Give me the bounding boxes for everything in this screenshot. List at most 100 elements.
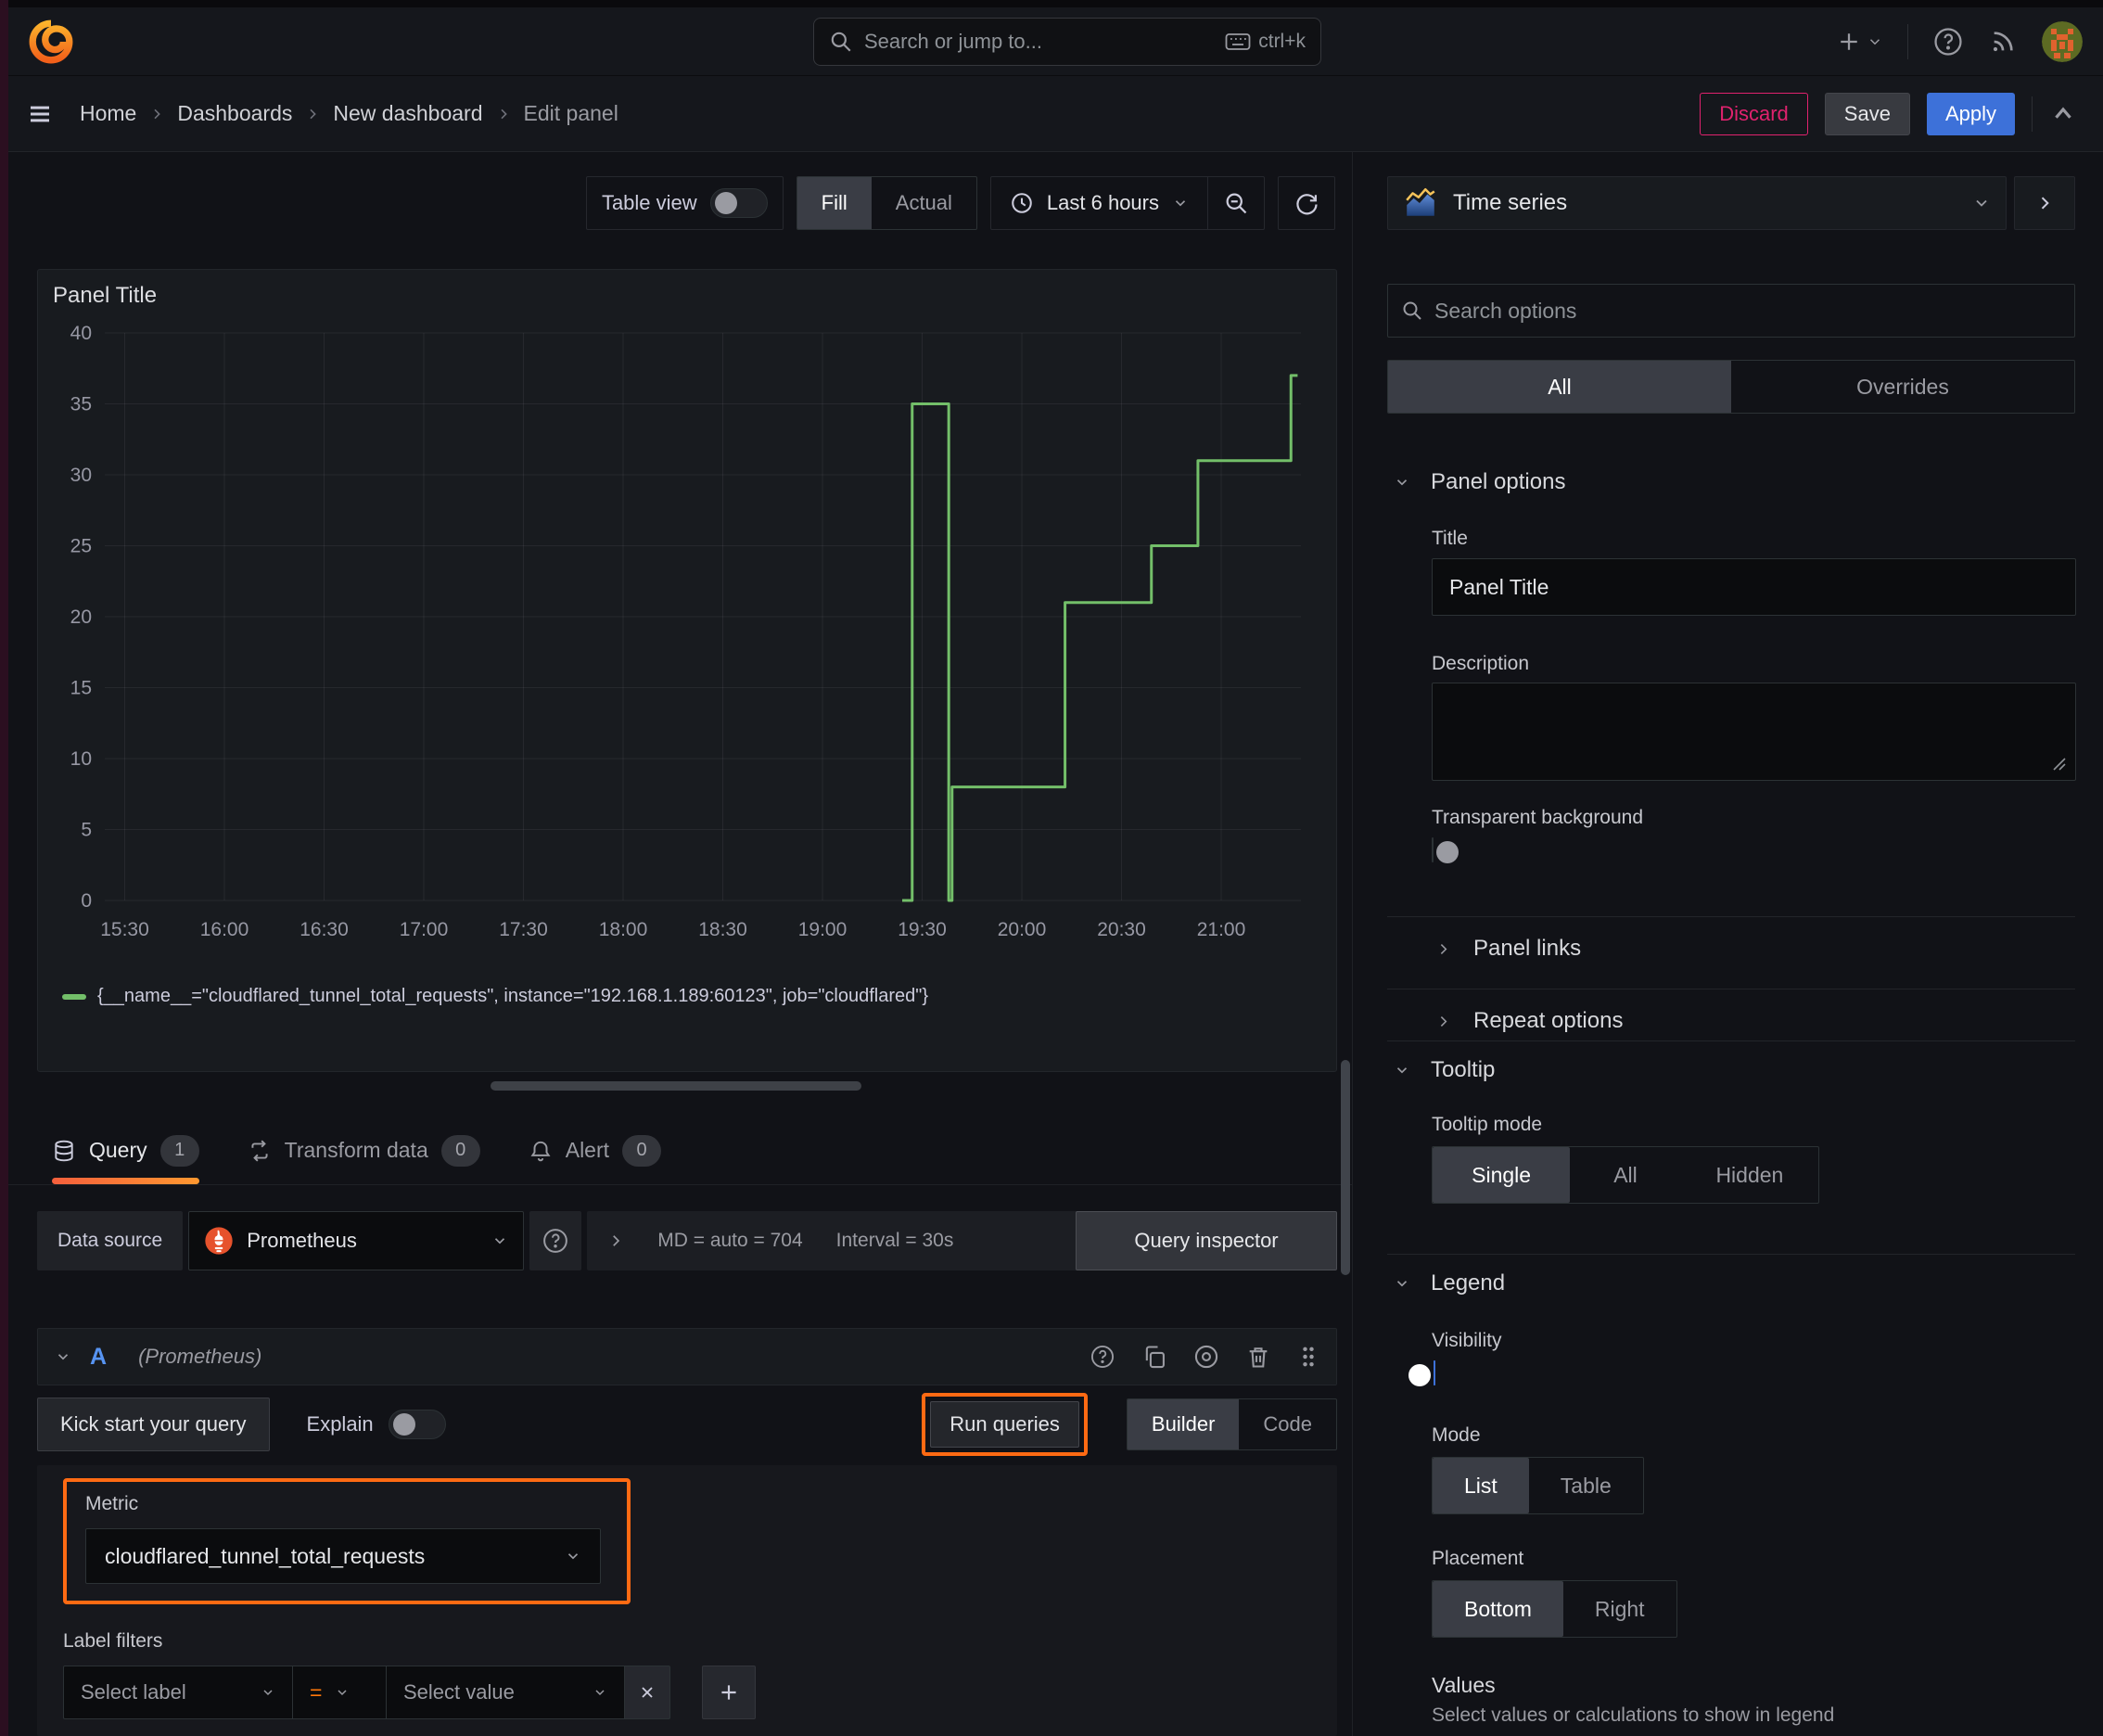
svg-text:15:30: 15:30: [100, 919, 149, 940]
tab-overrides[interactable]: Overrides: [1731, 361, 2074, 413]
legend-section-header[interactable]: Legend: [1353, 1270, 1505, 1296]
operator-value: =: [310, 1679, 323, 1704]
delete-query-trash-icon[interactable]: [1245, 1344, 1271, 1370]
apply-button[interactable]: Apply: [1926, 92, 2015, 135]
breadcrumb-dashboards[interactable]: Dashboards: [177, 101, 292, 126]
visualization-name: Time series: [1453, 190, 1568, 215]
legend-placement-bottom[interactable]: Bottom: [1433, 1581, 1563, 1637]
series-legend-label[interactable]: {__name__="cloudflared_tunnel_total_requ…: [97, 986, 928, 1007]
add-new-button[interactable]: [1835, 28, 1883, 56]
panel-options-header[interactable]: Panel options: [1353, 469, 1565, 495]
legend-mode-table[interactable]: Table: [1529, 1458, 1643, 1513]
add-filter-button[interactable]: [702, 1666, 756, 1719]
tab-transform-data[interactable]: Transform data 0: [248, 1117, 480, 1184]
legend-visibility-toggle[interactable]: [1408, 1360, 1435, 1386]
chevron-down-icon: [565, 1548, 581, 1564]
legend-placement-segmented: Bottom Right: [1432, 1580, 1677, 1638]
panel-view-toolbar: Table view Fill Actual Last 6 hours: [585, 176, 1335, 230]
query-datasource-hint: (Prometheus): [138, 1345, 262, 1368]
global-search[interactable]: ctrl+k: [813, 18, 1321, 66]
svg-text:17:00: 17:00: [400, 919, 449, 940]
query-inspector-button[interactable]: Query inspector: [1076, 1211, 1337, 1270]
remove-filter-button[interactable]: [624, 1666, 670, 1719]
chevron-down-icon: [1394, 474, 1410, 491]
tooltip-mode-single[interactable]: Single: [1433, 1147, 1571, 1203]
refresh-button[interactable]: [1278, 176, 1335, 230]
hide-query-eye-icon[interactable]: [1193, 1344, 1219, 1370]
repeat-options-section[interactable]: Repeat options: [1353, 1000, 1623, 1042]
chevron-down-icon: [1172, 195, 1189, 211]
collapse-up-icon[interactable]: [2049, 100, 2077, 128]
time-range-label: Last 6 hours: [1046, 191, 1159, 214]
query-options-summary[interactable]: MD = auto = 704 Interval = 30s: [587, 1211, 1092, 1270]
select-value-dropdown[interactable]: Select value: [386, 1666, 625, 1719]
save-button[interactable]: Save: [1824, 92, 1910, 135]
time-range-control: Last 6 hours: [989, 176, 1265, 230]
chevron-down-icon[interactable]: [55, 1348, 71, 1365]
kick-start-query-button[interactable]: Kick start your query: [37, 1398, 270, 1451]
chevron-right-icon: [1435, 941, 1451, 957]
panel-title-input[interactable]: [1432, 558, 2076, 616]
builder-code-segmented: Builder Code: [1126, 1398, 1337, 1450]
description-textarea[interactable]: [1432, 683, 2076, 781]
operator-dropdown[interactable]: =: [292, 1666, 387, 1719]
panel-options-title: Panel options: [1431, 469, 1566, 494]
duplicate-query-icon[interactable]: [1141, 1344, 1167, 1370]
panel-preview[interactable]: Panel Title 0 5 10 15 20 25 30 35 40 15:30 16:00 16…: [37, 269, 1337, 1072]
viz-suggestions-button[interactable]: [2014, 176, 2075, 230]
panel-links-section[interactable]: Panel links: [1353, 927, 1581, 970]
tab-query[interactable]: Query 1: [52, 1117, 199, 1184]
interval-stat: Interval = 30s: [835, 1230, 954, 1251]
datasource-picker[interactable]: Prometheus: [188, 1211, 525, 1270]
grafana-logo-icon[interactable]: [28, 19, 74, 65]
legend-placement-right[interactable]: Right: [1563, 1581, 1676, 1637]
drag-handle-grip-icon[interactable]: [1297, 1344, 1319, 1370]
fill-option[interactable]: Fill: [797, 177, 872, 229]
visualization-picker[interactable]: Time series: [1387, 176, 2007, 230]
panel-preview-title: Panel Title: [53, 283, 158, 308]
menu-hamburger-icon[interactable]: [26, 100, 54, 128]
max-data-points-stat: MD = auto = 704: [657, 1230, 803, 1251]
global-search-input[interactable]: [864, 30, 1215, 54]
table-view-toggle[interactable]: [709, 188, 768, 218]
top-navigation-bar: ctrl+k: [0, 7, 2103, 76]
discard-button[interactable]: Discard: [1700, 92, 1808, 135]
news-rss-icon[interactable]: [1988, 27, 2018, 57]
tab-alert[interactable]: Alert 0: [529, 1117, 662, 1184]
query-help-icon[interactable]: [1090, 1344, 1115, 1370]
datasource-help-button[interactable]: [529, 1211, 582, 1270]
user-avatar[interactable]: [2042, 21, 2083, 62]
tooltip-mode-segmented: Single All Hidden: [1432, 1146, 1819, 1204]
tooltip-mode-all[interactable]: All: [1570, 1147, 1681, 1203]
explain-toggle[interactable]: [388, 1410, 446, 1439]
left-pane-scrollbar[interactable]: [1341, 1060, 1350, 1275]
select-label-dropdown[interactable]: Select label: [63, 1666, 293, 1719]
zoom-out-icon[interactable]: [1208, 177, 1264, 229]
resize-corner-icon[interactable]: [2050, 755, 2067, 772]
chart-legend[interactable]: {__name__="cloudflared_tunnel_total_requ…: [62, 986, 928, 1007]
refresh-icon: [1294, 190, 1319, 216]
help-icon[interactable]: [1932, 26, 1964, 57]
options-search[interactable]: [1387, 284, 2075, 338]
metric-select[interactable]: cloudflared_tunnel_total_requests: [85, 1528, 601, 1584]
code-option[interactable]: Code: [1239, 1399, 1336, 1449]
tooltip-section-header[interactable]: Tooltip: [1353, 1057, 1495, 1083]
transparent-bg-toggle[interactable]: [1432, 837, 1459, 863]
breadcrumb-home[interactable]: Home: [80, 101, 136, 126]
legend-mode-list[interactable]: List: [1433, 1458, 1529, 1513]
table-view-control: Table view: [585, 176, 784, 230]
pane-resize-handle[interactable]: [491, 1081, 861, 1091]
time-range-picker[interactable]: Last 6 hours: [991, 191, 1207, 215]
actual-option[interactable]: Actual: [872, 177, 976, 229]
options-search-input[interactable]: [1434, 298, 2061, 324]
run-queries-button[interactable]: Run queries: [930, 1401, 1079, 1448]
query-ref-id: A: [90, 1343, 108, 1370]
time-series-viz-icon: [1403, 185, 1438, 221]
tab-transform-count: 0: [440, 1134, 480, 1167]
builder-option[interactable]: Builder: [1127, 1399, 1240, 1449]
breadcrumb-new-dashboard[interactable]: New dashboard: [333, 101, 482, 126]
tooltip-mode-hidden[interactable]: Hidden: [1681, 1147, 1818, 1203]
tab-all[interactable]: All: [1388, 361, 1731, 413]
query-row-header[interactable]: A (Prometheus): [37, 1328, 1337, 1385]
panel-links-label: Panel links: [1473, 936, 1582, 961]
